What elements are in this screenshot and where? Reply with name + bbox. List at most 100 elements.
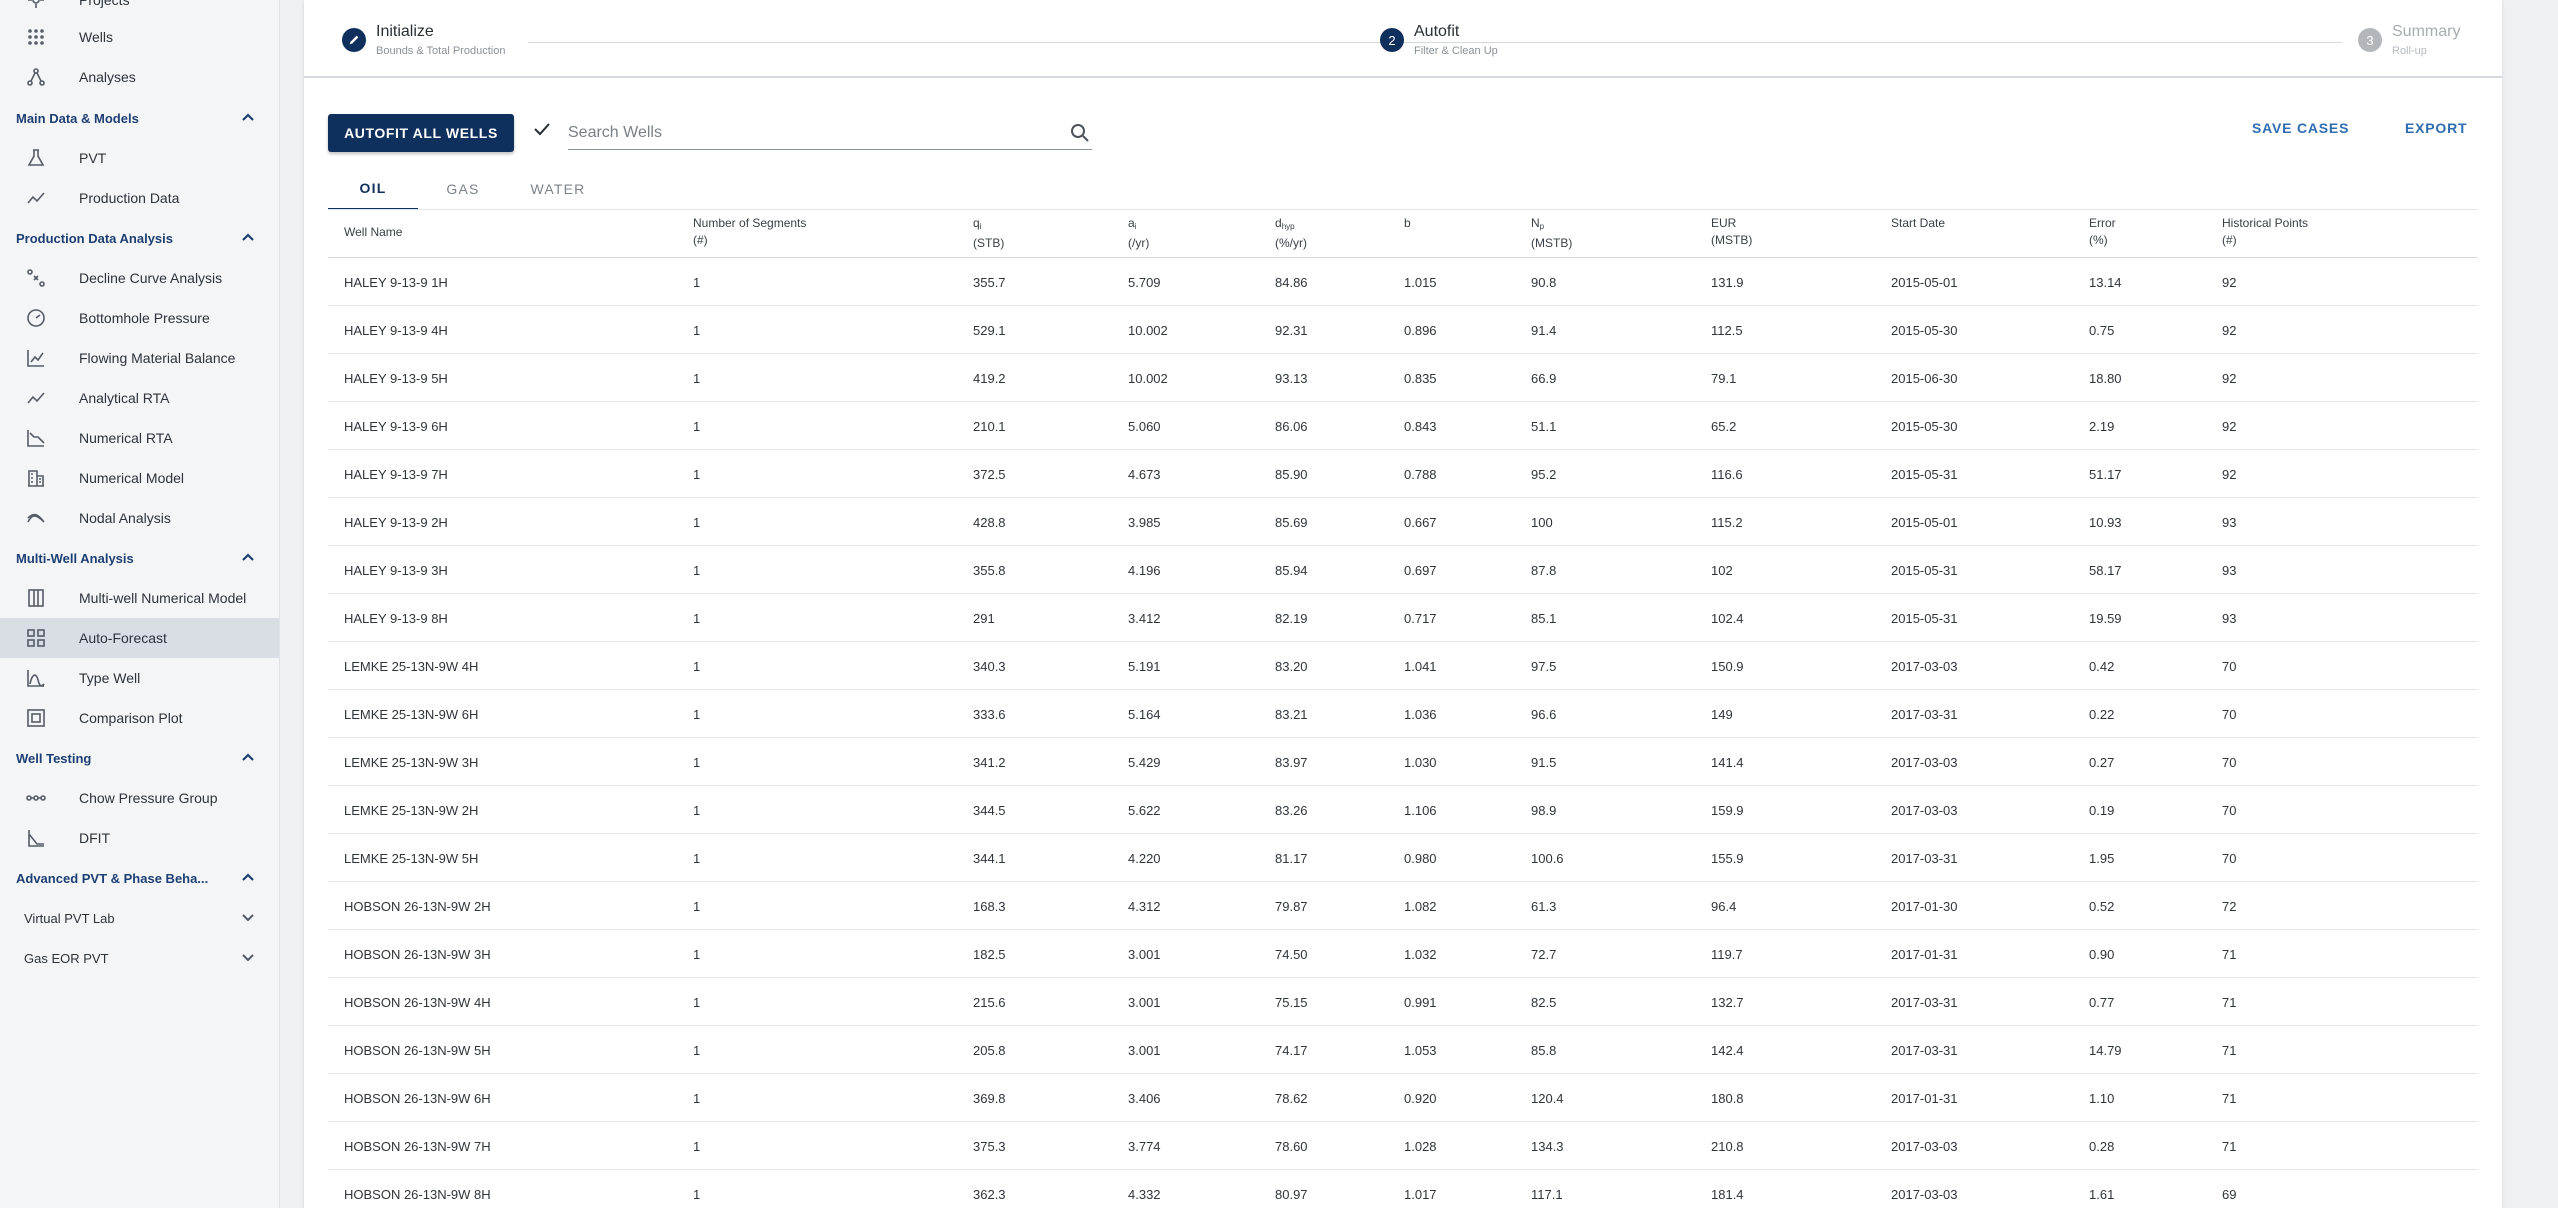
table-row[interactable]: HOBSON 26-13N-9W 5H 1 205.8 3.001 74.17 1.053… <box>328 1026 2478 1074</box>
decline-curve-icon <box>25 267 47 289</box>
table-row[interactable]: LEMKE 25-13N-9W 5H 1 344.1 4.220 81.17 0.980 1… <box>328 834 2478 882</box>
table-cell: 362.3 <box>973 1186 1006 1202</box>
section-multi-well[interactable]: Multi-Well Analysis <box>0 538 279 578</box>
table-cell: HALEY 9-13-9 2H <box>344 514 448 530</box>
table-row[interactable]: HOBSON 26-13N-9W 4H 1 215.6 3.001 75.15 0.991… <box>328 978 2478 1026</box>
table-cell: 5.191 <box>1128 658 1161 674</box>
autofit-all-wells-button[interactable]: AUTOFIT ALL WELLS <box>328 114 514 152</box>
sidebar-item-pvt[interactable]: PVT <box>0 138 279 178</box>
col-ai[interactable]: ai (/yr) <box>1128 215 1149 252</box>
table-cell: 340.3 <box>973 658 1006 674</box>
table-row[interactable]: LEMKE 25-13N-9W 6H 1 333.6 5.164 83.21 1.036 9… <box>328 690 2478 738</box>
tab-water[interactable]: WATER <box>508 168 608 210</box>
table-cell: 0.77 <box>2089 994 2115 1010</box>
sidebar-item-decline-curve-analysis[interactable]: Decline Curve Analysis <box>0 258 279 298</box>
table-row[interactable]: HALEY 9-13-9 7H 1 372.5 4.673 85.90 0.788 95.2… <box>328 450 2478 498</box>
table-header: Well Name Number of Segments (#) qi (STB) ai (… <box>328 210 2478 258</box>
table-cell: 1.082 <box>1404 898 1437 914</box>
sidebar-item-label: Projects <box>79 0 130 8</box>
table-cell: 2017-03-03 <box>1891 754 1958 770</box>
sidebar-item-wells[interactable]: Wells <box>0 17 279 57</box>
sidebar-item-chow-pressure-group[interactable]: Chow Pressure Group <box>0 778 279 818</box>
sidebar-item-numerical-rta[interactable]: Numerical RTA <box>0 418 279 458</box>
section-advanced-pvt[interactable]: Advanced PVT & Phase Beha... <box>0 858 279 898</box>
sidebar-item-bottomhole-pressure[interactable]: Bottomhole Pressure <box>0 298 279 338</box>
section-well-testing[interactable]: Well Testing <box>0 738 279 778</box>
table-row[interactable]: LEMKE 25-13N-9W 4H 1 340.3 5.191 83.20 1.041 9… <box>328 642 2478 690</box>
search-input[interactable] <box>568 118 1048 148</box>
table-row[interactable]: HOBSON 26-13N-9W 7H 1 375.3 3.774 78.60 1.028… <box>328 1122 2478 1170</box>
sidebar-item-comparison-plot[interactable]: Comparison Plot <box>0 698 279 738</box>
sidebar-item-analyses[interactable]: Analyses <box>0 57 279 97</box>
col-start-date[interactable]: Start Date <box>1891 215 1945 232</box>
table-row[interactable]: HOBSON 26-13N-9W 3H 1 182.5 3.001 74.50 1.032… <box>328 930 2478 978</box>
step-initialize[interactable]: Initialize Bounds & Total Production <box>342 22 505 58</box>
table-row[interactable]: HALEY 9-13-9 2H 1 428.8 3.985 85.69 0.667 100 1… <box>328 498 2478 546</box>
table-cell: 1 <box>693 898 701 914</box>
table-row[interactable]: HOBSON 26-13N-9W 2H 1 168.3 4.312 79.87 1.082… <box>328 882 2478 930</box>
header-label: qi <box>973 216 982 231</box>
tab-oil[interactable]: OIL <box>328 168 418 210</box>
table-cell: 2017-03-31 <box>1891 706 1958 722</box>
table-cell: 0.717 <box>1404 610 1437 626</box>
tab-gas[interactable]: GAS <box>418 168 508 210</box>
table-cell: 71 <box>2222 994 2237 1010</box>
section-label: Multi-Well Analysis <box>16 550 134 566</box>
sidebar-item-type-well[interactable]: Type Well <box>0 658 279 698</box>
search-icon[interactable] <box>1070 123 1090 143</box>
sidebar-item-gas-eor-pvt[interactable]: Gas EOR PVT <box>0 938 279 978</box>
table-row[interactable]: HALEY 9-13-9 6H 1 210.1 5.060 86.06 0.843 51.1… <box>328 402 2478 450</box>
table-cell: 119.7 <box>1711 946 1743 962</box>
sidebar-item-numerical-model[interactable]: Numerical Model <box>0 458 279 498</box>
chevron-up-icon <box>240 549 256 568</box>
sidebar-item-virtual-pvt-lab[interactable]: Virtual PVT Lab <box>0 898 279 938</box>
step-autofit[interactable]: 2 Autofit Filter & Clean Up <box>1380 22 1498 58</box>
col-b[interactable]: b <box>1404 215 1411 232</box>
sidebar-item-analytical-rta[interactable]: Analytical RTA <box>0 378 279 418</box>
flask-icon <box>25 147 47 169</box>
sidebar-item-production-data[interactable]: Production Data <box>0 178 279 218</box>
trend-line-icon <box>25 387 47 409</box>
export-button[interactable]: EXPORT <box>2405 120 2467 136</box>
sidebar-item-flowing-material-balance[interactable]: Flowing Material Balance <box>0 338 279 378</box>
col-qi[interactable]: qi (STB) <box>973 215 1004 252</box>
sidebar-item-label: Production Data <box>79 190 180 206</box>
stepper: Initialize Bounds & Total Production 2 A… <box>304 0 2502 78</box>
sidebar-item-multi-well-numerical-model[interactable]: Multi-well Numerical Model <box>0 578 279 618</box>
table-cell: 5.164 <box>1128 706 1161 722</box>
sidebar-item-auto-forecast[interactable]: Auto-Forecast <box>0 618 279 658</box>
sidebar-item-dfit[interactable]: DFIT <box>0 818 279 858</box>
table-row[interactable]: HOBSON 26-13N-9W 8H 1 362.3 4.332 80.97 1.017… <box>328 1170 2478 1208</box>
table-row[interactable]: HALEY 9-13-9 1H 1 355.7 5.709 84.86 1.015 90.8… <box>328 258 2478 306</box>
col-historical-points[interactable]: Historical Points (#) <box>2222 215 2308 249</box>
step-summary[interactable]: 3 Summary Roll-up <box>2358 22 2460 58</box>
sidebar-item-nodal-analysis[interactable]: Nodal Analysis <box>0 498 279 538</box>
section-production-analysis[interactable]: Production Data Analysis <box>0 218 279 258</box>
table-cell: 210.1 <box>973 418 1006 434</box>
table-row[interactable]: HALEY 9-13-9 5H 1 419.2 10.002 93.13 0.835 66.… <box>328 354 2478 402</box>
table-cell: 83.21 <box>1275 706 1308 722</box>
table-row[interactable]: HALEY 9-13-9 3H 1 355.8 4.196 85.94 0.697 87.8… <box>328 546 2478 594</box>
col-eur[interactable]: EUR (MSTB) <box>1711 215 1752 249</box>
table-cell: 0.28 <box>2089 1138 2115 1154</box>
col-dhyp[interactable]: dhyp (%/yr) <box>1275 215 1307 252</box>
col-well-name[interactable]: Well Name <box>344 224 402 241</box>
table-cell: 5.622 <box>1128 802 1161 818</box>
col-number-of-segments[interactable]: Number of Segments (#) <box>693 215 806 249</box>
table-row[interactable]: HOBSON 26-13N-9W 6H 1 369.8 3.406 78.62 0.920… <box>328 1074 2478 1122</box>
table-row[interactable]: LEMKE 25-13N-9W 2H 1 344.5 5.622 83.26 1.106 9… <box>328 786 2478 834</box>
section-main-data[interactable]: Main Data & Models <box>0 98 279 138</box>
check-icon[interactable] <box>531 118 553 140</box>
table-row[interactable]: HALEY 9-13-9 8H 1 291 3.412 82.19 0.717 85.1 10… <box>328 594 2478 642</box>
sidebar-item-label: DFIT <box>79 830 111 846</box>
col-np[interactable]: Np (MSTB) <box>1531 215 1572 252</box>
table-cell: LEMKE 25-13N-9W 5H <box>344 850 479 866</box>
save-cases-button[interactable]: SAVE CASES <box>2252 120 2349 136</box>
table-row[interactable]: HALEY 9-13-9 4H 1 529.1 10.002 92.31 0.896 91.… <box>328 306 2478 354</box>
table-cell: 1.61 <box>2089 1186 2115 1202</box>
sidebar-item-label: Type Well <box>79 670 141 686</box>
table-cell: 85.90 <box>1275 466 1308 482</box>
table-cell: 74.50 <box>1275 946 1308 962</box>
col-error[interactable]: Error (%) <box>2089 215 2116 249</box>
table-row[interactable]: LEMKE 25-13N-9W 3H 1 341.2 5.429 83.97 1.030 9… <box>328 738 2478 786</box>
